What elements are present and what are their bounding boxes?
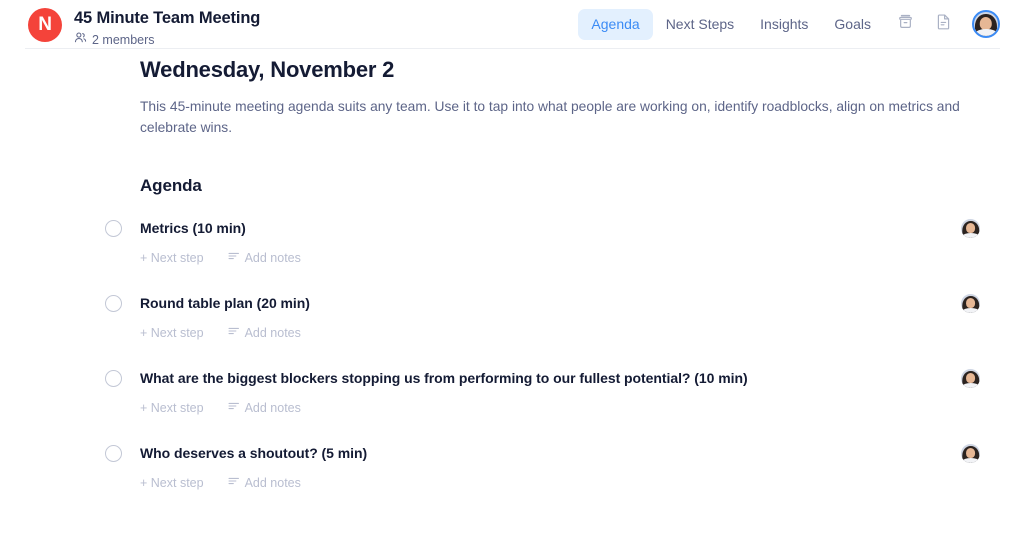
add-notes-button[interactable]: Add notes [228, 250, 301, 266]
archive-icon [897, 13, 914, 35]
agenda-item-title: Round table plan (20 min) [140, 295, 310, 311]
list-lines-icon [228, 250, 240, 266]
list-item: Metrics (10 min) + Next step Add notes [105, 219, 980, 294]
brand-block: N 45 Minute Team Meeting 2 members [28, 8, 260, 49]
next-step-button[interactable]: + Next step [140, 251, 204, 266]
next-step-label: + Next step [140, 250, 204, 265]
avatar-image [961, 369, 980, 388]
next-step-label: + Next step [140, 400, 204, 415]
logo-letter: N [38, 14, 52, 35]
page-title: 45 Minute Team Meeting [74, 9, 261, 27]
assignee-avatar[interactable] [961, 219, 980, 238]
document-body: Wednesday, November 2 This 45-minute mee… [0, 56, 1024, 519]
tab-insights[interactable]: Insights [747, 9, 821, 40]
archive-button[interactable] [888, 7, 922, 41]
add-notes-button[interactable]: Add notes [228, 325, 301, 341]
add-notes-button[interactable]: Add notes [228, 400, 301, 416]
agenda-item-checkbox[interactable] [105, 220, 122, 237]
members-row[interactable]: 2 members [74, 31, 260, 49]
agenda-list: Metrics (10 min) + Next step Add notes R… [105, 219, 980, 519]
avatar-image [961, 219, 980, 238]
document-button[interactable] [926, 7, 960, 41]
people-icon [74, 31, 87, 49]
tab-next-steps[interactable]: Next Steps [653, 9, 747, 40]
avatar-image [974, 12, 998, 36]
list-item: Who deserves a shoutout? (5 min) + Next … [105, 444, 980, 519]
next-step-button[interactable]: + Next step [140, 401, 204, 416]
next-step-button[interactable]: + Next step [140, 326, 204, 341]
app-logo[interactable]: N [28, 8, 62, 42]
app-header: N 45 Minute Team Meeting 2 members Agend… [0, 0, 1024, 49]
list-item: What are the biggest blockers stopping u… [105, 369, 980, 444]
date-heading: Wednesday, November 2 [140, 57, 395, 82]
document-icon [935, 13, 952, 35]
agenda-item-checkbox[interactable] [105, 295, 122, 312]
add-notes-label: Add notes [244, 475, 301, 490]
meeting-description: This 45-minute meeting agenda suits any … [140, 99, 960, 135]
next-step-label: + Next step [140, 325, 204, 340]
list-item: Round table plan (20 min) + Next step Ad… [105, 294, 980, 369]
tab-agenda[interactable]: Agenda [578, 8, 653, 40]
agenda-item-title: What are the biggest blockers stopping u… [140, 370, 748, 386]
agenda-item-checkbox[interactable] [105, 445, 122, 462]
brand-text: 45 Minute Team Meeting 2 members [74, 8, 260, 49]
assignee-avatar[interactable] [961, 294, 980, 313]
members-count-label: 2 members [92, 32, 155, 47]
agenda-item-title: Who deserves a shoutout? (5 min) [140, 445, 368, 461]
assignee-avatar[interactable] [961, 369, 980, 388]
agenda-item-checkbox[interactable] [105, 370, 122, 387]
main-content: Wednesday, November 2 This 45-minute mee… [0, 49, 1024, 538]
add-notes-button[interactable]: Add notes [228, 475, 301, 491]
avatar-image [961, 444, 980, 463]
add-notes-label: Add notes [244, 325, 301, 340]
next-step-button[interactable]: + Next step [140, 476, 204, 491]
agenda-section-heading: Agenda [140, 176, 202, 195]
tab-goals[interactable]: Goals [821, 9, 884, 40]
list-lines-icon [228, 400, 240, 416]
agenda-item-title: Metrics (10 min) [140, 220, 246, 236]
user-avatar[interactable] [972, 10, 1000, 38]
add-notes-label: Add notes [244, 250, 301, 265]
list-lines-icon [228, 325, 240, 341]
add-notes-label: Add notes [244, 400, 301, 415]
header-nav: Agenda Next Steps Insights Goals [578, 0, 1000, 48]
assignee-avatar[interactable] [961, 444, 980, 463]
avatar-image [961, 294, 980, 313]
next-step-label: + Next step [140, 475, 204, 490]
list-lines-icon [228, 475, 240, 491]
